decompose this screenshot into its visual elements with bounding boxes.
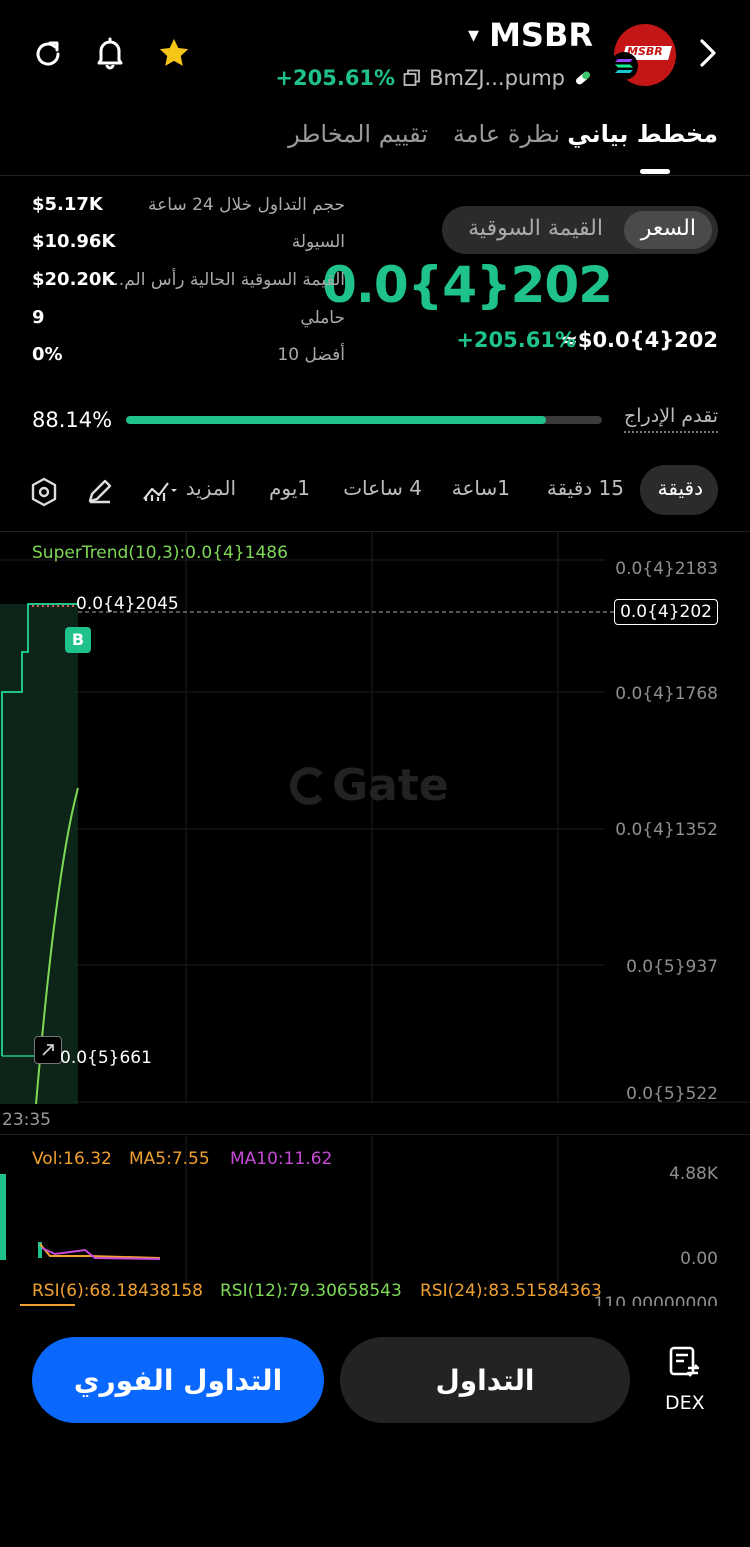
stat-value-liquidity: $10.96K [32, 231, 116, 252]
chart-settings-icon[interactable] [28, 476, 60, 508]
chart-divider [0, 1134, 750, 1135]
stat-label-volume: حجم التداول خلال 24 ساعة [148, 195, 345, 215]
volume-label: Vol:16.32 [32, 1149, 112, 1169]
draw-pencil-icon[interactable] [84, 476, 116, 506]
y-label-1: 0.0{4}2183 [615, 559, 718, 579]
ma10-label: MA10:11.62 [230, 1149, 333, 1169]
stat-value-holders: 9 [32, 307, 45, 328]
watermark-text: Gate [332, 760, 449, 811]
instant-trade-button[interactable]: التداول الفوري [32, 1337, 324, 1423]
stat-value-market-cap: $20.20K [32, 269, 116, 290]
rsi12-label: RSI(12):79.30658543 [220, 1281, 402, 1301]
volume-y-bottom: 0.00 [680, 1249, 718, 1269]
tab-active-indicator [640, 169, 670, 174]
dex-icon [669, 1346, 700, 1377]
toggle-market-cap[interactable]: القيمة السوقية [468, 216, 603, 241]
stat-label-market-cap: القيمة السوقية الحالية رأس الم... [107, 270, 345, 290]
tab-chart[interactable]: مخطط بياني [567, 120, 718, 148]
listing-progress-fill [126, 416, 546, 424]
indicator-icon[interactable] [142, 476, 178, 504]
back-chevron-icon[interactable] [694, 36, 722, 70]
solana-icon [610, 52, 638, 80]
big-price: 0.0{4}202 [322, 256, 613, 314]
chart-watermark: Gate [290, 760, 449, 811]
stat-value-volume: $5.17K [32, 194, 103, 215]
timeframe-more[interactable]: المزيد [186, 476, 236, 500]
instant-trade-label: التداول الفوري [73, 1363, 283, 1397]
listing-progress-label: تقدم الإدراج [624, 405, 718, 433]
header-change: +205.61% [275, 66, 396, 90]
stat-label-top10: أفضل 10 [277, 345, 345, 365]
ma5-label: MA5:7.55 [129, 1149, 210, 1169]
star-icon[interactable] [155, 35, 193, 71]
listing-progress-value: 88.14% [32, 408, 113, 432]
usd-price: ≈$0.0{4}202 [560, 328, 718, 352]
gate-logo-icon [290, 766, 328, 805]
rsi-y-top: 110.00000000 [593, 1294, 718, 1306]
rsi6-label: RSI(6):68.18438158 [32, 1281, 203, 1301]
token-address[interactable]: BmZJ...pump [429, 66, 565, 90]
toggle-price-label[interactable]: السعر [641, 216, 696, 241]
tab-overview[interactable]: نظرة عامة [453, 120, 560, 148]
low-price-label: 0.0{5}661 [60, 1048, 152, 1068]
listing-progress-bar [126, 416, 602, 424]
tabs-divider [0, 175, 750, 176]
current-price-tag: 0.0{4}202 [614, 599, 718, 625]
timeframe-1m[interactable]: دقيقة [658, 476, 703, 500]
stat-label-holders: حاملي [300, 308, 345, 328]
copy-icon[interactable] [403, 69, 421, 87]
trade-label: التداول [435, 1363, 535, 1397]
trade-button[interactable]: التداول [340, 1337, 630, 1423]
timeframe-15m[interactable]: 15 دقيقة [547, 476, 624, 500]
volume-y-top: 4.88K [669, 1164, 718, 1184]
rsi-line [20, 1304, 75, 1306]
dex-button[interactable]: DEX [656, 1344, 710, 1416]
time-label: 23:35 [2, 1110, 51, 1130]
token-name[interactable]: MSBR [489, 16, 593, 54]
expand-chart-icon[interactable] [34, 1036, 62, 1064]
price-change: +205.61% [456, 328, 576, 352]
timeframe-1d[interactable]: 1يوم [269, 476, 310, 500]
price-toggle: السعر القيمة السوقية [442, 206, 718, 254]
y-label-3: 0.0{4}1352 [615, 820, 718, 840]
supertrend-label: SuperTrend(10,3):0.0{4}1486 [32, 543, 288, 563]
y-label-4: 0.0{5}937 [626, 957, 718, 977]
bell-icon[interactable] [92, 34, 128, 72]
rsi24-label: RSI(24):83.51584363 [420, 1281, 602, 1301]
y-label-2: 0.0{4}1768 [615, 684, 718, 704]
volume-chart [0, 1136, 559, 1296]
tab-risk[interactable]: تقييم المخاطر [288, 120, 428, 148]
timeframe-4h[interactable]: 4 ساعات [343, 476, 422, 500]
stat-label-liquidity: السيولة [291, 232, 345, 252]
token-dropdown-icon[interactable]: ▾ [468, 23, 479, 48]
dex-label: DEX [665, 1392, 705, 1414]
stat-value-top10: 0% [32, 344, 63, 365]
timeframe-1h[interactable]: 1ساعة [452, 476, 510, 500]
refresh-icon[interactable] [30, 36, 66, 72]
high-price-label: 0.0{4}2045 [76, 594, 179, 614]
pump-pill-icon [573, 68, 593, 88]
y-label-5: 0.0{5}522 [626, 1084, 718, 1104]
buy-marker: B [65, 627, 91, 653]
